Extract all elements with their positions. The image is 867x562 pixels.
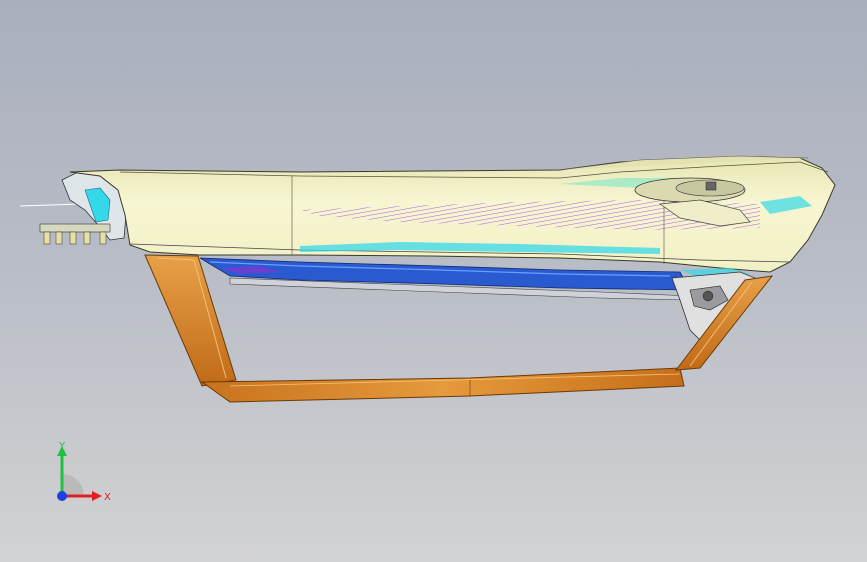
axis-triad: Y X (57, 441, 111, 503)
underside-duct (199, 257, 691, 301)
y-axis-label: Y (58, 441, 66, 452)
z-axis-icon (57, 491, 67, 501)
cad-viewport[interactable]: Y X (0, 0, 867, 562)
x-axis-label: X (104, 492, 111, 503)
dashboard-model[interactable] (0, 0, 867, 562)
